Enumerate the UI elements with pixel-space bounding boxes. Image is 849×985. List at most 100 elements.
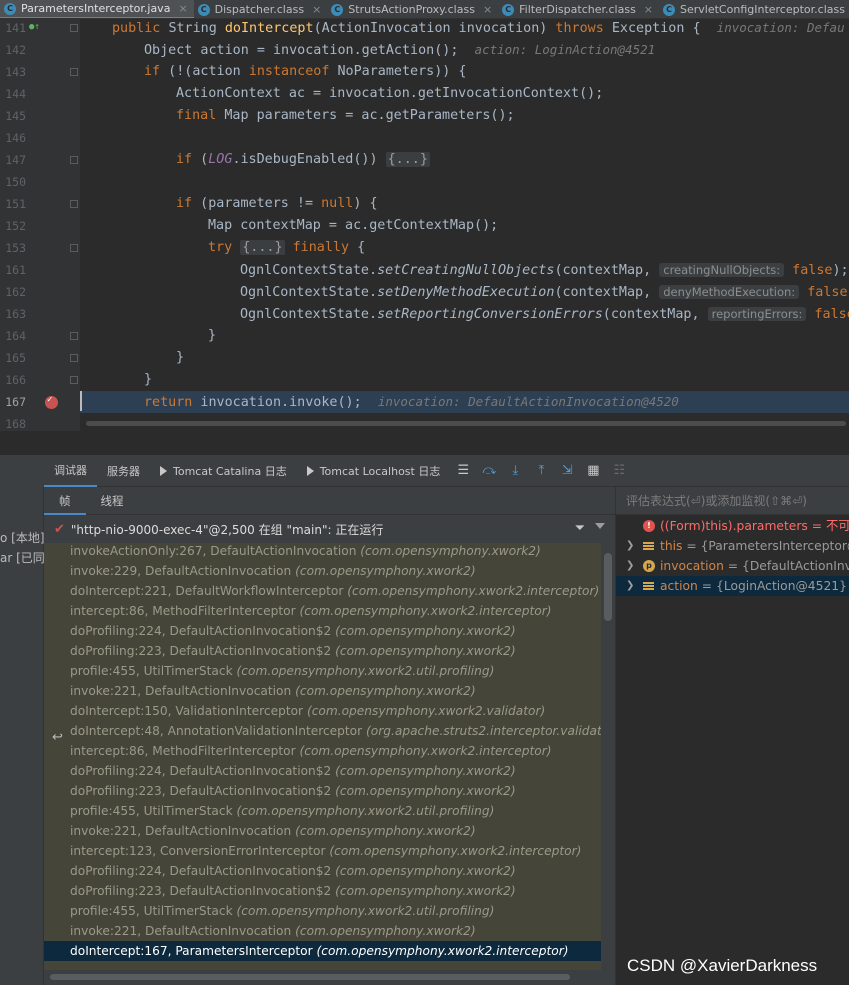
folded-code[interactable]: {...} xyxy=(385,152,430,167)
panel-separator[interactable] xyxy=(0,431,849,455)
step-into-icon[interactable]: ⤓ xyxy=(507,463,523,478)
override-marker-icon[interactable]: ●↑ xyxy=(29,22,40,32)
tab-server[interactable]: 服务器 xyxy=(97,455,150,487)
tab-debugger[interactable]: 调试器 xyxy=(44,455,97,487)
fold-marker-icon[interactable] xyxy=(70,200,78,208)
frames-hscroll-thumb[interactable] xyxy=(50,974,570,980)
run-to-cursor-icon[interactable]: ⇲ xyxy=(559,463,575,478)
line-number: 161 xyxy=(5,263,26,277)
code-line-143[interactable]: if (!(action instanceof NoParameters)) { xyxy=(80,61,849,83)
line-number: 151 xyxy=(5,197,26,211)
stack-frame[interactable]: doProfiling:224, DefaultActionInvocation… xyxy=(44,861,601,881)
tab-servlet-config-interceptor[interactable]: C ServletConfigInterceptor.class xyxy=(659,0,849,18)
close-icon[interactable]: × xyxy=(483,3,492,16)
folded-code[interactable]: {...} xyxy=(240,240,285,255)
variable-row[interactable]: ❯ p invocation = {DefaultActionInvoc xyxy=(616,556,849,576)
stack-frame[interactable]: profile:455, UtilTimerStack (com.opensym… xyxy=(44,661,601,681)
code-line-161[interactable]: OgnlContextState.setCreatingNullObjects(… xyxy=(80,259,849,281)
chevron-right-icon[interactable]: ❯ xyxy=(626,576,634,596)
trace-icon[interactable]: ☷ xyxy=(611,463,627,478)
close-icon[interactable]: × xyxy=(178,2,187,15)
code-line-145[interactable]: final Map parameters = ac.getParameters(… xyxy=(80,105,849,127)
code-line-152[interactable]: Map contextMap = ac.getContextMap(); xyxy=(80,215,849,237)
code-line-166[interactable]: } xyxy=(80,369,849,391)
code-line-167-execution-point[interactable]: return invocation.invoke(); invocation: … xyxy=(80,391,849,413)
chevron-down-icon[interactable] xyxy=(595,523,605,529)
stack-frame-selected[interactable]: doIntercept:167, ParametersInterceptor (… xyxy=(44,941,601,961)
stack-frame[interactable]: profile:455, UtilTimerStack (com.opensym… xyxy=(44,801,601,821)
log-icon xyxy=(306,465,314,476)
close-icon[interactable]: × xyxy=(312,3,321,16)
filter-icon[interactable]: ⏷ xyxy=(575,521,585,536)
stack-frame[interactable]: intercept:86, MethodFilterInterceptor (c… xyxy=(44,601,601,621)
fold-marker-icon[interactable] xyxy=(70,244,78,252)
class-c-icon: C xyxy=(331,3,344,16)
step-over-icon[interactable]: ⤼ xyxy=(481,463,497,478)
stack-frame[interactable]: doProfiling:224, DefaultActionInvocation… xyxy=(44,761,601,781)
stack-frame[interactable]: invoke:221, DefaultActionInvocation (com… xyxy=(44,921,601,941)
fold-marker-icon[interactable] xyxy=(70,156,78,164)
code-line-144[interactable]: ActionContext ac = invocation.getInvocat… xyxy=(80,83,849,105)
fold-marker-icon[interactable] xyxy=(70,376,78,384)
editor-scroll-thumb[interactable] xyxy=(86,421,846,426)
tab-threads[interactable]: 线程 xyxy=(86,487,139,515)
line-number: 168 xyxy=(5,417,26,431)
close-icon[interactable]: × xyxy=(644,3,653,16)
thread-selector[interactable]: ✔ "http-nio-9000-exec-4"@2,500 在组 "main"… xyxy=(44,515,615,543)
tab-parameters-interceptor[interactable]: C ParametersInterceptor.java × xyxy=(0,0,194,18)
line-number: 141 xyxy=(5,21,26,35)
code-line-151[interactable]: if (parameters != null) { xyxy=(80,193,849,215)
code-line-141[interactable]: public String doIntercept(ActionInvocati… xyxy=(80,19,849,39)
drop-frame-return-icon[interactable]: ↩ xyxy=(52,730,63,745)
fold-marker-icon[interactable] xyxy=(70,68,78,76)
code-line-165[interactable]: } xyxy=(80,347,849,369)
chevron-right-icon[interactable]: ❯ xyxy=(626,556,634,576)
stack-frame[interactable]: invoke:221, DefaultActionInvocation (com… xyxy=(44,821,601,841)
tab-struts-action-proxy[interactable]: C StrutsActionProxy.class × xyxy=(327,0,498,18)
fold-marker-icon[interactable] xyxy=(70,24,78,32)
frames-scroll-thumb[interactable] xyxy=(604,553,612,621)
code-editor[interactable]: 141 142 143 144 145 146 147 150 151 152 … xyxy=(0,19,849,431)
code-line-164[interactable]: } xyxy=(80,325,849,347)
stack-frame[interactable]: invoke:229, DefaultActionInvocation (com… xyxy=(44,561,601,581)
step-out-icon[interactable]: ⤒ xyxy=(533,463,549,478)
code-line-142[interactable]: Object action = invocation.getAction(); … xyxy=(80,39,849,61)
stack-frame[interactable]: profile:455, UtilTimerStack (com.opensym… xyxy=(44,901,601,921)
stack-frame[interactable]: intercept:86, MethodFilterInterceptor (c… xyxy=(44,741,601,761)
stack-frame[interactable]: intercept:123, ConversionErrorIntercepto… xyxy=(44,841,601,861)
line-number: 142 xyxy=(5,43,26,57)
stack-frame[interactable]: doProfiling:223, DefaultActionInvocation… xyxy=(44,781,601,801)
editor-gutter[interactable]: 141 142 143 144 145 146 147 150 151 152 … xyxy=(0,19,80,431)
variable-row[interactable]: ❯ this = {ParametersInterceptor@ xyxy=(616,536,849,556)
stack-frame[interactable]: doIntercept:48, AnnotationValidationInte… xyxy=(44,721,601,741)
breakpoint-check-icon: ✓ xyxy=(47,395,53,405)
text-caret xyxy=(80,391,82,411)
variable-row[interactable]: ! ((Form)this).parameters = 不可获 xyxy=(616,516,849,536)
fold-marker-icon[interactable] xyxy=(70,354,78,362)
menu-lines-icon[interactable]: ☰ xyxy=(455,463,471,478)
stack-frame[interactable]: invokeActionOnly:267, DefaultActionInvoc… xyxy=(44,543,601,561)
stack-frame[interactable]: doProfiling:223, DefaultActionInvocation… xyxy=(44,641,601,661)
tab-dispatcher[interactable]: C Dispatcher.class × xyxy=(194,0,328,18)
line-number: 152 xyxy=(5,219,26,233)
fold-marker-icon[interactable] xyxy=(70,332,78,340)
stack-frame[interactable]: doProfiling:224, DefaultActionInvocation… xyxy=(44,621,601,641)
error-icon: ! xyxy=(643,520,655,532)
stack-frame[interactable]: doIntercept:221, DefaultWorkflowIntercep… xyxy=(44,581,601,601)
evaluate-expression-input[interactable]: 评估表达式(⏎)或添加监视(⇧⌘⏎) xyxy=(616,487,849,515)
tab-filter-dispatcher[interactable]: C FilterDispatcher.class × xyxy=(498,0,659,18)
tab-tomcat-localhost-log[interactable]: Tomcat Localhost 日志 xyxy=(297,455,451,487)
stack-frame[interactable]: invoke:221, DefaultActionInvocation (com… xyxy=(44,681,601,701)
variable-row-selected[interactable]: ❯ action = {LoginAction@4521} xyxy=(616,576,849,596)
tab-frames[interactable]: 帧 xyxy=(44,487,86,515)
code-line-147[interactable]: if (LOG.isDebugEnabled()) {...} xyxy=(80,149,849,171)
stack-frame[interactable]: doIntercept:150, ValidationInterceptor (… xyxy=(44,701,601,721)
code-line-163[interactable]: OgnlContextState.setReportingConversionE… xyxy=(80,303,849,325)
stack-frame[interactable]: doProfiling:223, DefaultActionInvocation… xyxy=(44,881,601,901)
code-line-162[interactable]: OgnlContextState.setDenyMethodExecution(… xyxy=(80,281,849,303)
chevron-right-icon[interactable]: ❯ xyxy=(626,536,634,556)
code-line-153[interactable]: try {...} finally { xyxy=(80,237,849,259)
evaluate-table-icon[interactable]: ▦ xyxy=(585,463,601,478)
line-number: 153 xyxy=(5,241,26,255)
tab-tomcat-catalina-log[interactable]: Tomcat Catalina 日志 xyxy=(150,455,297,487)
